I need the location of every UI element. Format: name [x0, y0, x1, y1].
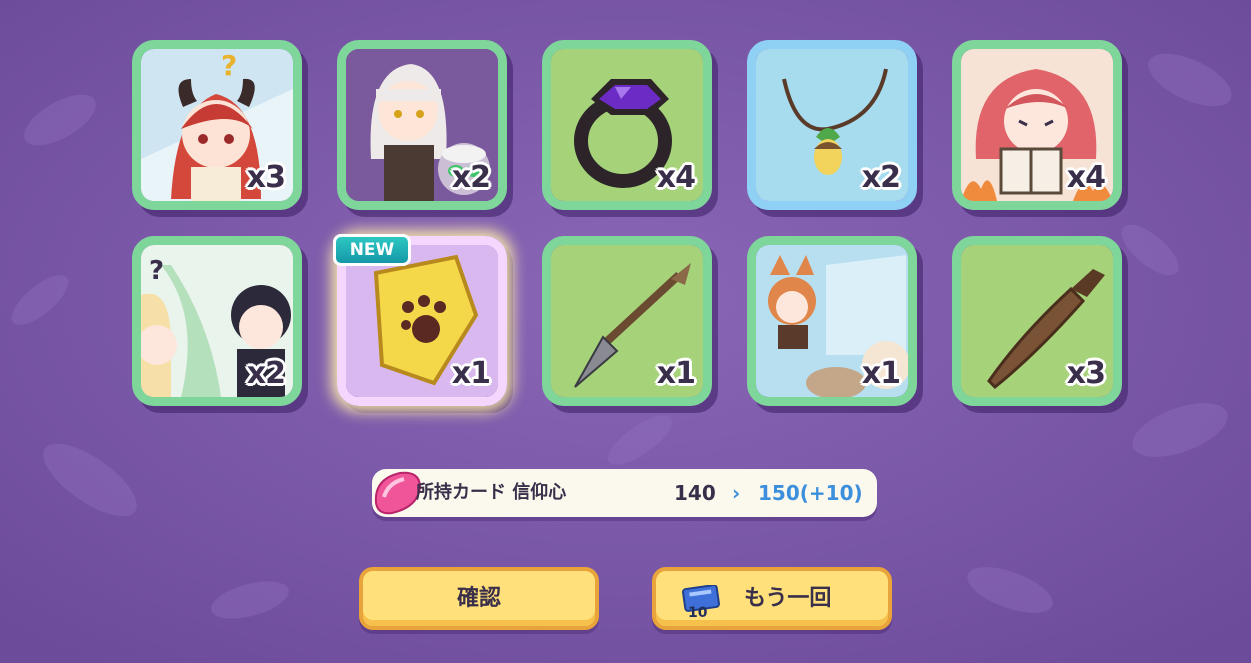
fox-girl-ghost-card[interactable]: x1	[747, 236, 917, 406]
faith-bar: 所持カード 信仰心 140 › 150(+10)	[372, 469, 877, 517]
draw-again-button[interactable]: 10 もう一回	[652, 567, 892, 630]
blonde-and-dark-hair-card[interactable]: ? x2	[132, 236, 302, 406]
svg-text:?: ?	[149, 256, 164, 286]
acorn-necklace-card[interactable]: x2	[747, 40, 917, 210]
quantity-label: x2	[451, 160, 491, 195]
new-badge: NEW	[333, 234, 411, 266]
faith-label: 所持カード 信仰心	[416, 482, 567, 503]
faith-new-value: 150(+10)	[758, 481, 863, 505]
quantity-label: x3	[246, 160, 286, 195]
quantity-label: x1	[656, 356, 696, 391]
ticket-count: 10	[688, 605, 708, 621]
quantity-label: x1	[451, 356, 491, 391]
quantity-label: x2	[246, 356, 286, 391]
chevron-right-icon: ›	[732, 481, 741, 505]
quantity-label: x4	[1066, 160, 1106, 195]
svg-text:?: ?	[221, 49, 237, 82]
quantity-label: x1	[861, 356, 901, 391]
succubus-girl-card[interactable]: ? x3	[132, 40, 302, 210]
confirm-button[interactable]: 確認	[359, 567, 599, 630]
quantity-label: x2	[861, 160, 901, 195]
quantity-label: x4	[656, 160, 696, 195]
spear-card[interactable]: x1	[542, 236, 712, 406]
white-hair-girl-card[interactable]: x2	[337, 40, 507, 210]
quantity-label: x3	[1066, 356, 1106, 391]
faith-old-value: 140	[674, 481, 716, 505]
reading-girl-card[interactable]: x4	[952, 40, 1122, 210]
draw-again-label: もう一回	[744, 586, 832, 611]
wooden-dagger-card[interactable]: x3	[952, 236, 1122, 406]
purple-gem-ring-card[interactable]: x4	[542, 40, 712, 210]
